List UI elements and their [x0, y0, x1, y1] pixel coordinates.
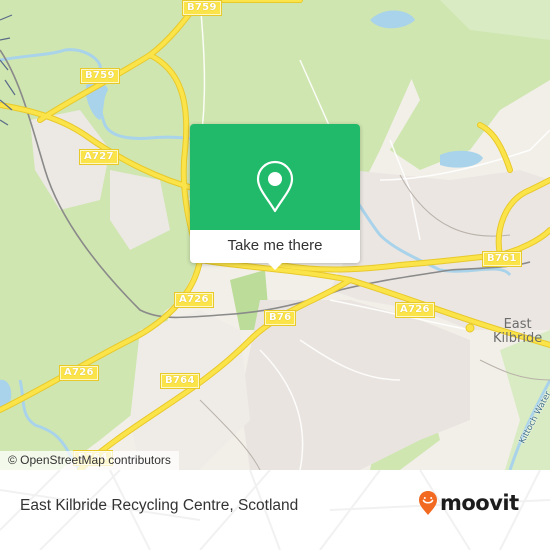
moovit-wordmark: moovit: [440, 491, 519, 515]
road-label-b76: B76: [263, 310, 297, 326]
footer: East Kilbride Recycling Centre, Scotland…: [0, 470, 550, 550]
place-title: East Kilbride Recycling Centre, Scotland: [20, 497, 299, 514]
road-label-b759: B759: [80, 68, 120, 84]
road-label-a726: A726: [174, 292, 214, 308]
popup-tail: [267, 262, 283, 270]
road-label-a726: A726: [395, 302, 435, 318]
popup-header: [190, 124, 360, 230]
place-label-line2: Kilbride: [493, 331, 543, 346]
place-label-line1: East: [503, 317, 532, 332]
place-label-east-kilbride: East Kilbride: [493, 318, 542, 346]
road-label-a726: A726: [59, 365, 99, 381]
take-me-there-button[interactable]: Take me there: [190, 230, 360, 263]
map[interactable]: B759 B759 A727 A726 A726 A726 B761 B76 B…: [0, 0, 550, 470]
road-label-a727: A727: [79, 149, 119, 165]
road-label-b761: B761: [482, 251, 522, 267]
location-pin-icon: [256, 160, 294, 213]
road-label-b759: B759: [182, 0, 222, 16]
roundabout: [465, 323, 475, 333]
road-label-b764: B764: [160, 373, 200, 389]
location-popup[interactable]: Take me there: [190, 124, 360, 270]
map-attribution[interactable]: © OpenStreetMap contributors: [0, 451, 179, 470]
moovit-pin-icon: [419, 491, 437, 515]
moovit-logo[interactable]: moovit: [418, 490, 519, 516]
